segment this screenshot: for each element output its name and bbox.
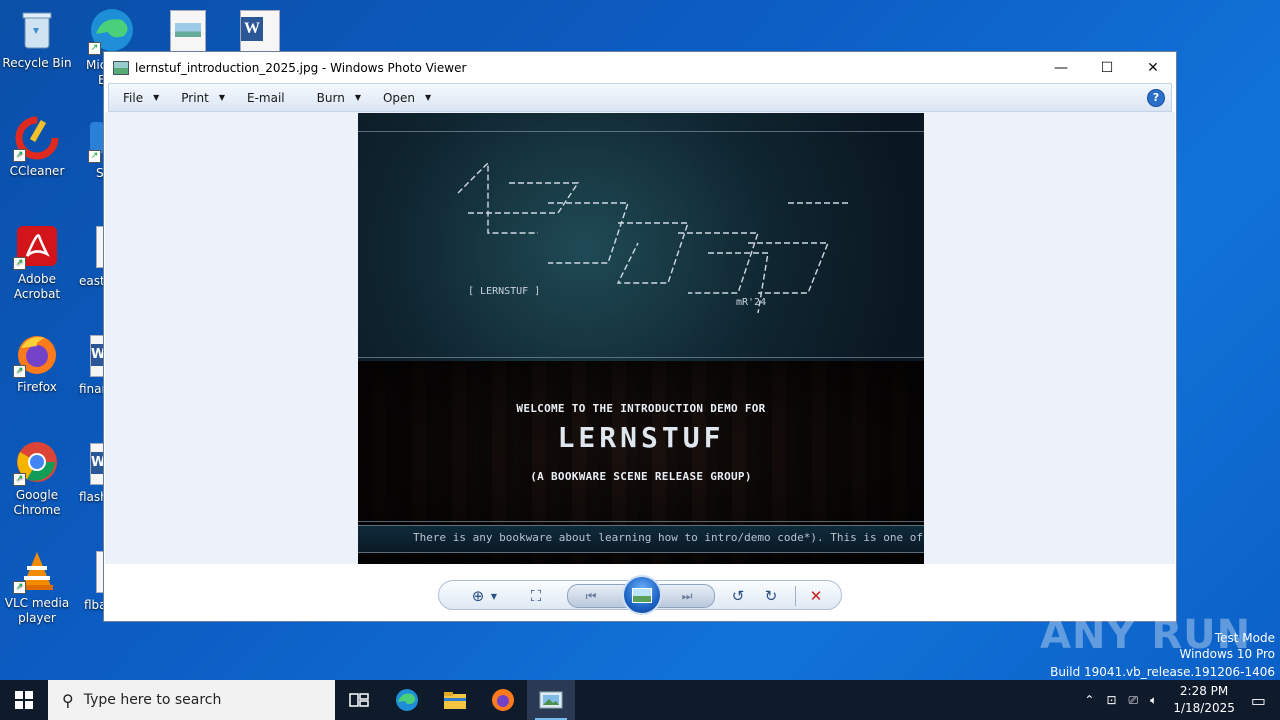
actual-size-icon[interactable]: ⛶ bbox=[525, 585, 547, 607]
next-icon[interactable]: ⏭ bbox=[676, 585, 698, 607]
menu-email[interactable]: E-mail bbox=[233, 84, 303, 111]
desktop-icon-label: VLC media player bbox=[4, 596, 70, 625]
menu-open[interactable]: Open ▼ bbox=[369, 84, 439, 111]
menu-label: Print bbox=[181, 90, 209, 105]
desktop-icon-image-file[interactable] bbox=[170, 10, 206, 52]
folder-icon bbox=[444, 692, 466, 709]
desktop-icon-vlc[interactable]: ↗ VLC media player bbox=[0, 548, 74, 626]
chevron-up-icon[interactable]: ⌃ bbox=[1084, 693, 1094, 707]
adobe-acrobat-icon: ↗ bbox=[13, 224, 59, 270]
desktop-icon-word-file[interactable]: W bbox=[240, 10, 280, 52]
photo-viewer-app-icon bbox=[113, 60, 129, 75]
vlc-icon: ↗ bbox=[13, 548, 59, 594]
clock[interactable]: 2:28 PM 1/18/2025 bbox=[1173, 683, 1235, 717]
word-icon: W bbox=[241, 17, 263, 41]
image-tag-text: [ LERNSTUF ] bbox=[468, 286, 541, 297]
network-icon[interactable]: ⊡ bbox=[1106, 693, 1116, 707]
slideshow-icon bbox=[632, 587, 652, 603]
photo-viewer-window[interactable]: lernstuf_introduction_2025.jpg - Windows… bbox=[103, 51, 1177, 622]
edge-icon bbox=[396, 689, 418, 711]
delete-icon[interactable]: ✕ bbox=[805, 585, 827, 607]
build-text: Build 19041.vb_release.191206-1406 bbox=[1050, 665, 1275, 679]
desktop-icon-ccleaner[interactable]: ↗ CCleaner bbox=[0, 116, 74, 179]
taskbar: ⚲ Type here to search ⌃ ⊡ ⎚ 🔈︎ 2:28 PM 1… bbox=[0, 680, 1280, 720]
subtitle-text: (A BOOKWARE SCENE RELEASE GROUP) bbox=[530, 470, 752, 483]
ethernet-icon[interactable]: ⎚ bbox=[1129, 693, 1139, 708]
menu-bar: File ▼ Print ▼ E-mail Burn ▼ Open ▼ ? bbox=[108, 83, 1172, 112]
close-button[interactable]: ✕ bbox=[1130, 52, 1176, 83]
menu-burn[interactable]: Burn ▼ bbox=[303, 84, 369, 111]
window-title: lernstuf_introduction_2025.jpg - Windows… bbox=[135, 60, 467, 75]
task-view-icon bbox=[349, 693, 369, 707]
taskbar-edge[interactable] bbox=[383, 680, 431, 720]
menu-print[interactable]: Print ▼ bbox=[167, 84, 233, 111]
start-button[interactable] bbox=[0, 680, 48, 720]
viewer-toolbar: ⊕ ▼ ⛶ ⏮ ⏭ ↺ ↻ ✕ bbox=[438, 575, 842, 615]
windows-edition-text: Windows 10 Pro bbox=[1179, 647, 1275, 661]
ticker-text: There is any bookware about learning how… bbox=[413, 531, 924, 544]
desktop-icon-label: Firefox bbox=[17, 380, 57, 394]
shortcut-arrow-icon: ↗ bbox=[88, 150, 101, 163]
test-mode-text: Test Mode bbox=[1214, 631, 1275, 645]
rotate-clockwise-icon[interactable]: ↻ bbox=[760, 585, 782, 607]
desktop-icon-adobe-acrobat[interactable]: ↗ Adobe Acrobat bbox=[0, 224, 74, 302]
rotate-counterclockwise-icon[interactable]: ↺ bbox=[727, 585, 749, 607]
chevron-down-icon: ▼ bbox=[425, 93, 432, 102]
image-signature-text: mR'24 bbox=[736, 297, 767, 308]
search-icon: ⚲ bbox=[62, 690, 74, 710]
firefox-icon bbox=[492, 689, 514, 711]
chevron-down-icon[interactable]: ▼ bbox=[483, 585, 505, 607]
logo-text: LERNSTUF bbox=[557, 421, 725, 454]
windows-logo-icon bbox=[15, 691, 33, 709]
toolbar-separator bbox=[795, 586, 796, 606]
search-placeholder: Type here to search bbox=[83, 692, 222, 708]
menu-label: Burn bbox=[316, 90, 345, 105]
volume-icon[interactable]: 🔈︎ bbox=[1150, 693, 1157, 708]
taskbar-search-box[interactable]: ⚲ Type here to search bbox=[48, 680, 335, 720]
photo-viewer-icon bbox=[539, 691, 563, 709]
chevron-down-icon: ▼ bbox=[354, 93, 361, 102]
menu-label: Open bbox=[382, 90, 416, 105]
desktop-icon-label: Recycle Bin bbox=[2, 56, 72, 70]
shortcut-arrow-icon: ↗ bbox=[88, 42, 101, 55]
desktop-icon-chrome[interactable]: ↗ Google Chrome bbox=[0, 440, 74, 518]
desktop-icon-firefox[interactable]: ↗ Firefox bbox=[0, 332, 74, 395]
chevron-down-icon: ▼ bbox=[218, 93, 226, 102]
chrome-icon: ↗ bbox=[13, 440, 59, 486]
slideshow-button[interactable] bbox=[622, 575, 662, 615]
previous-icon[interactable]: ⏮ bbox=[580, 585, 602, 607]
divider-line bbox=[358, 131, 924, 132]
desktop-icon-label: Adobe Acrobat bbox=[13, 272, 61, 301]
notification-icon[interactable]: ▭ bbox=[1251, 691, 1266, 710]
taskbar-photo-viewer[interactable] bbox=[527, 680, 575, 720]
image-viewport[interactable]: [ LERNSTUF ] mR'24 WELCOME TO THE INTROD… bbox=[105, 112, 1175, 564]
image-file-icon bbox=[175, 23, 201, 37]
desktop-icon-label: Google Chrome bbox=[13, 488, 61, 517]
welcome-text: WELCOME TO THE INTRODUCTION DEMO FOR bbox=[516, 402, 766, 415]
desktop-icon-label: CCleaner bbox=[9, 164, 65, 178]
taskbar-file-explorer[interactable] bbox=[431, 680, 479, 720]
maximize-button[interactable]: ☐ bbox=[1084, 52, 1130, 83]
title-bar[interactable]: lernstuf_introduction_2025.jpg - Windows… bbox=[104, 52, 1176, 83]
ccleaner-icon: ↗ bbox=[13, 116, 59, 162]
menu-file[interactable]: File ▼ bbox=[109, 84, 167, 111]
minimize-button[interactable]: — bbox=[1038, 52, 1084, 83]
menu-label: E-mail bbox=[247, 90, 285, 105]
task-view-button[interactable] bbox=[335, 680, 383, 720]
help-icon[interactable]: ? bbox=[1147, 89, 1165, 107]
firefox-icon: ↗ bbox=[13, 332, 59, 378]
chevron-down-icon: ▼ bbox=[153, 93, 160, 102]
divider-line bbox=[358, 357, 924, 358]
system-tray: ⌃ ⊡ ⎚ 🔈︎ 2:28 PM 1/18/2025 ▭ bbox=[1078, 680, 1280, 720]
displayed-image: [ LERNSTUF ] mR'24 WELCOME TO THE INTROD… bbox=[358, 113, 924, 564]
clock-date: 1/18/2025 bbox=[1173, 701, 1235, 715]
desktop-icon-recycle-bin[interactable]: Recycle Bin bbox=[0, 8, 74, 71]
scroll-ticker: There is any bookware about learning how… bbox=[358, 525, 924, 553]
ascii-logo-graphic bbox=[457, 161, 848, 314]
recycle-bin-icon bbox=[15, 8, 59, 52]
menu-label: File bbox=[123, 90, 144, 105]
divider-line bbox=[358, 521, 924, 522]
taskbar-firefox[interactable] bbox=[479, 680, 527, 720]
clock-time: 2:28 PM bbox=[1179, 684, 1229, 698]
